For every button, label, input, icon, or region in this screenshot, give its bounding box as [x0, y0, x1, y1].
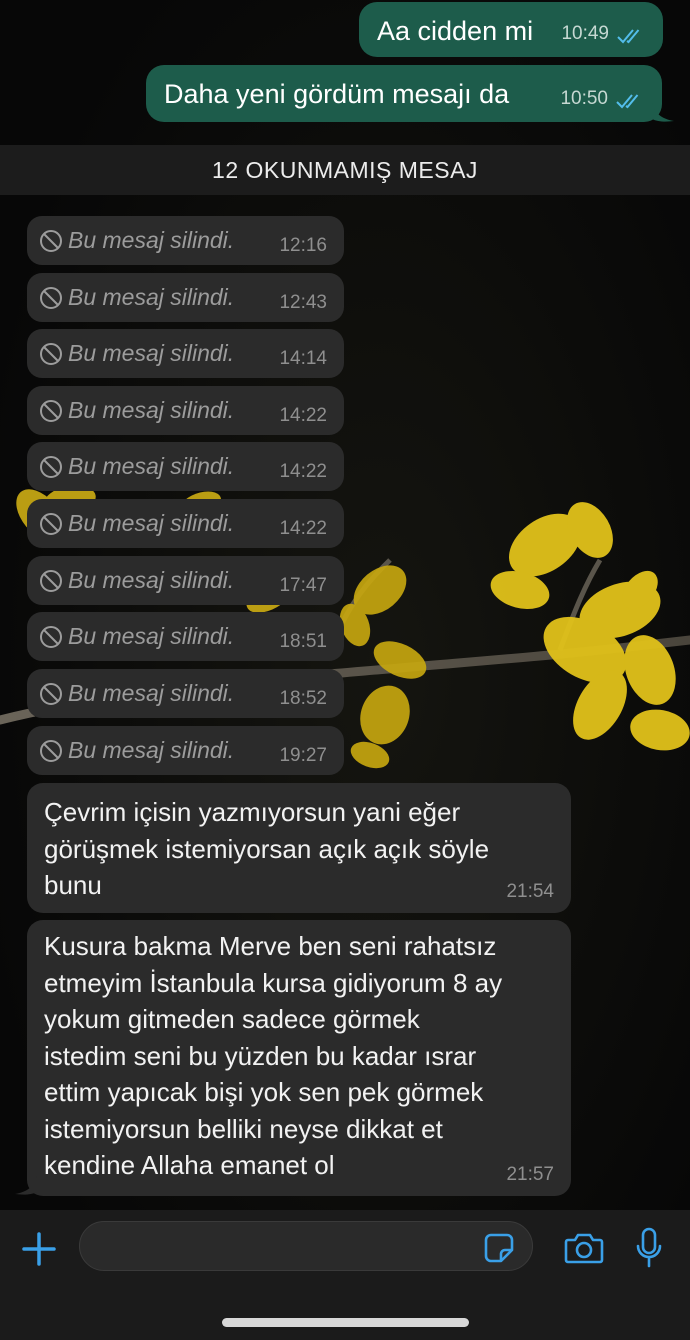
- deleted-message-text: Bu mesaj silindi.: [68, 284, 235, 310]
- incoming-message[interactable]: Çevrim içisin yazmıyorsun yani eğer görü…: [27, 783, 571, 913]
- message-text: Daha yeni gördüm mesajı da: [164, 79, 510, 109]
- message-line: bunu: [44, 870, 102, 900]
- deleted-message-text: Bu mesaj silindi.: [68, 737, 235, 763]
- message-line: kendine Allaha emanet ol: [44, 1150, 335, 1180]
- ban-icon: [40, 287, 62, 309]
- ban-icon: [40, 400, 62, 422]
- message-input[interactable]: [98, 1230, 482, 1264]
- ban-icon: [40, 343, 62, 365]
- deleted-message[interactable]: Bu mesaj silindi. 18:52: [27, 669, 344, 718]
- message-time: 14:22: [279, 461, 327, 482]
- ban-icon: [40, 456, 62, 478]
- message-time: 18:52: [279, 688, 327, 709]
- message-line: görüşmek istemiyorsan açık açık söyle: [44, 833, 490, 864]
- read-double-check-icon: [616, 94, 639, 109]
- bubble-tail: [652, 103, 674, 122]
- deleted-message[interactable]: Bu mesaj silindi. 14:22: [27, 499, 344, 548]
- deleted-message-text: Bu mesaj silindi.: [68, 340, 235, 366]
- camera-icon[interactable]: [564, 1231, 604, 1265]
- home-indicator: [222, 1318, 469, 1327]
- message-line: yokum gitmeden sadece görmek: [44, 1004, 420, 1034]
- chat-area[interactable]: Aa cidden mi 10:49 Daha yeni gördüm mesa…: [0, 0, 690, 1210]
- message-time: 19:27: [279, 745, 327, 766]
- message-time: 14:22: [279, 518, 327, 539]
- message-time: 12:16: [279, 235, 327, 256]
- ban-icon: [40, 683, 62, 705]
- sticker-icon[interactable]: [484, 1233, 514, 1263]
- deleted-message-text: Bu mesaj silindi.: [68, 680, 235, 706]
- message-line: istedim seni bu yüzden bu kadar ısrar: [44, 1040, 477, 1071]
- deleted-message[interactable]: Bu mesaj silindi. 18:51: [27, 612, 344, 661]
- ban-icon: [40, 740, 62, 762]
- message-time: 14:22: [279, 405, 327, 426]
- read-double-check-icon: [617, 29, 640, 44]
- message-line: etmeyim İstanbula kursa gidiyorum 8 ay: [44, 967, 503, 998]
- message-line: ettim yapıcak bişi yok sen pek görmek: [44, 1077, 484, 1107]
- deleted-message[interactable]: Bu mesaj silindi. 12:43: [27, 273, 344, 322]
- ban-icon: [40, 513, 62, 535]
- deleted-message[interactable]: Bu mesaj silindi. 17:47: [27, 556, 344, 605]
- message-line: istemiyorsun belliki neyse dikkat et: [44, 1113, 443, 1144]
- ban-icon: [40, 626, 62, 648]
- ban-icon: [40, 570, 62, 592]
- message-field[interactable]: [79, 1221, 533, 1271]
- outgoing-message[interactable]: Daha yeni gördüm mesajı da 10:50: [146, 65, 662, 122]
- message-time: 18:51: [279, 631, 327, 652]
- message-text: Aa cidden mi: [377, 16, 534, 46]
- deleted-message[interactable]: Bu mesaj silindi. 14:14: [27, 329, 344, 378]
- deleted-message-text: Bu mesaj silindi.: [68, 453, 235, 479]
- deleted-message[interactable]: Bu mesaj silindi. 14:22: [27, 442, 344, 491]
- incoming-message[interactable]: Kusura bakma Merve ben seni rahatsız etm…: [27, 920, 571, 1196]
- message-time: 10:49: [561, 23, 609, 44]
- message-time: 21:54: [506, 881, 554, 902]
- outgoing-message[interactable]: Aa cidden mi 10:49: [359, 2, 663, 57]
- deleted-message[interactable]: Bu mesaj silindi. 19:27: [27, 726, 344, 775]
- message-time: 14:14: [279, 348, 327, 369]
- deleted-message-text: Bu mesaj silindi.: [68, 227, 235, 253]
- deleted-message-text: Bu mesaj silindi.: [68, 623, 235, 649]
- message-line: Kusura bakma Merve ben seni rahatsız: [44, 931, 497, 961]
- microphone-icon[interactable]: [636, 1227, 662, 1269]
- message-time: 12:43: [279, 292, 327, 313]
- unread-messages-banner: 12 OKUNMAMIŞ MESAJ: [0, 145, 690, 195]
- message-time: 10:50: [560, 88, 608, 109]
- ban-icon: [40, 230, 62, 252]
- message-time: 17:47: [279, 575, 327, 596]
- message-line: Çevrim içisin yazmıyorsun yani eğer: [44, 797, 461, 827]
- deleted-message[interactable]: Bu mesaj silindi. 12:16: [27, 216, 344, 265]
- plus-icon[interactable]: [22, 1232, 56, 1266]
- deleted-message-text: Bu mesaj silindi.: [68, 510, 235, 536]
- deleted-message[interactable]: Bu mesaj silindi. 14:22: [27, 386, 344, 435]
- message-text: Kusura bakma Merve ben seni rahatsız etm…: [44, 928, 544, 1184]
- message-text: Çevrim içisin yazmıyorsun yani eğer görü…: [44, 794, 544, 904]
- bubble-tail: [15, 1176, 37, 1195]
- message-time: 21:57: [506, 1164, 554, 1185]
- deleted-message-text: Bu mesaj silindi.: [68, 567, 235, 593]
- deleted-message-text: Bu mesaj silindi.: [68, 397, 235, 423]
